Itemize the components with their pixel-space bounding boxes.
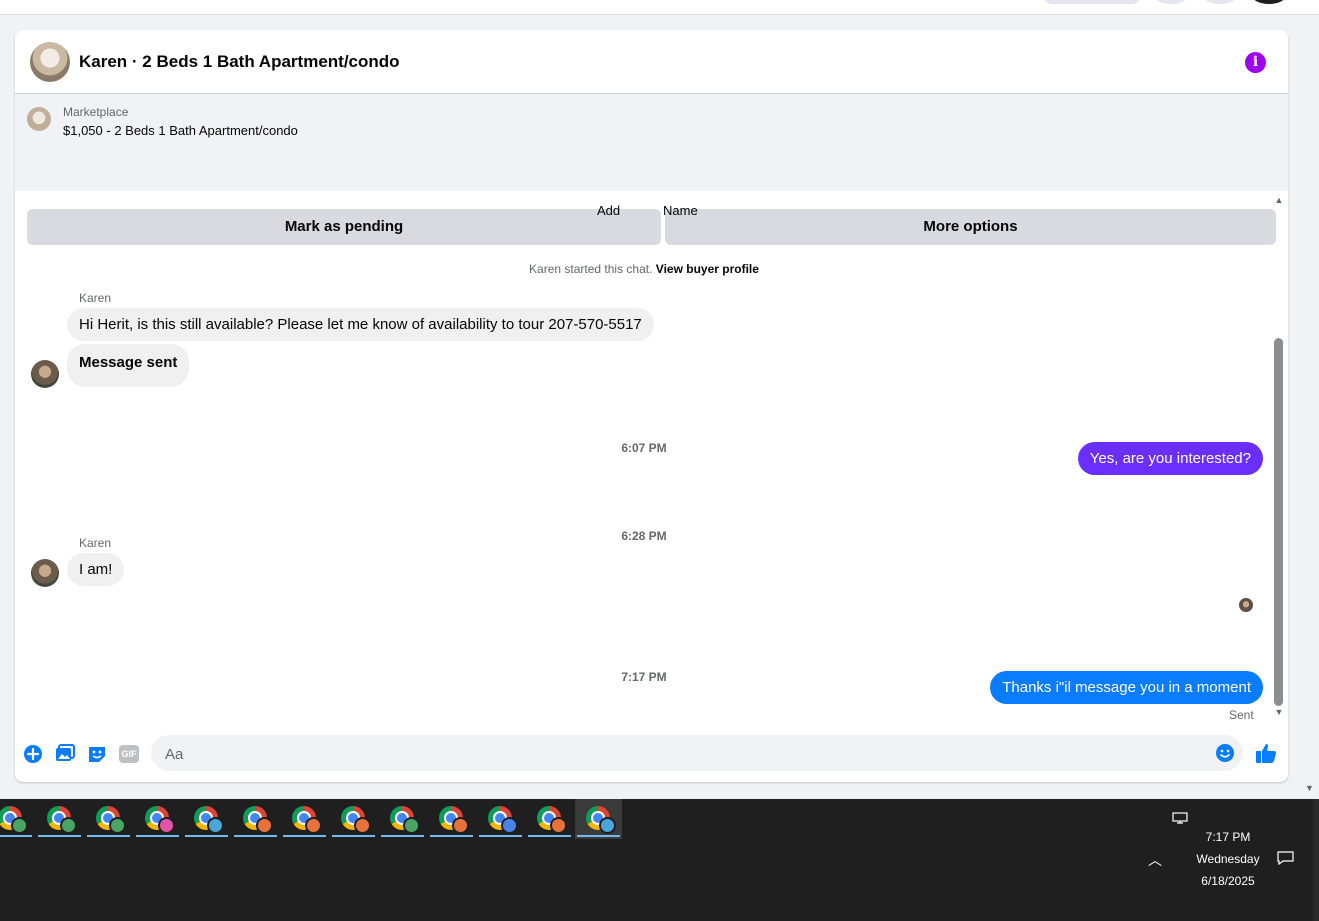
running-indicator	[577, 835, 620, 837]
running-indicator	[332, 835, 375, 837]
taskbar-chrome-window[interactable]	[134, 799, 181, 839]
running-indicator	[430, 835, 473, 837]
thumbs-up-icon[interactable]	[1255, 742, 1277, 764]
running-indicator	[234, 835, 277, 837]
show-hidden-icons-chevron[interactable]: ︿	[1148, 850, 1162, 870]
taskbar-time[interactable]: 7:17 PM	[1196, 830, 1260, 844]
listing-source: Marketplace	[63, 105, 129, 119]
network-icon[interactable]	[1172, 812, 1188, 824]
scrollbar-thumb[interactable]	[1274, 338, 1283, 706]
taskbar-chrome-window[interactable]	[379, 799, 426, 839]
profile-badge-icon	[109, 817, 126, 834]
incoming-message[interactable]: I am!	[67, 553, 125, 586]
add-label[interactable]: Add	[597, 203, 620, 218]
incoming-message[interactable]: Hi Herit, is this still available? Pleas…	[67, 308, 654, 341]
sender-avatar[interactable]	[31, 559, 59, 587]
taskbar-chrome-window[interactable]	[575, 799, 622, 839]
taskbar-chrome-window[interactable]	[477, 799, 524, 839]
top-account-avatar[interactable]	[1251, 0, 1287, 4]
name-label[interactable]: Name	[663, 203, 698, 218]
running-indicator	[87, 835, 130, 837]
listing-thumbnail[interactable]	[27, 107, 51, 131]
page-scroll-down-arrow[interactable]: ▼	[1305, 783, 1314, 793]
scroll-up-arrow[interactable]: ▲	[1273, 195, 1285, 205]
message-status: Sent	[1229, 708, 1254, 722]
running-indicator	[0, 835, 32, 837]
running-indicator	[528, 835, 571, 837]
view-buyer-profile-link[interactable]: View buyer profile	[656, 262, 759, 276]
top-messenger-button[interactable]	[1202, 0, 1238, 4]
outgoing-message[interactable]: Thanks i"il message you in a moment	[990, 671, 1263, 704]
scroll-down-arrow[interactable]: ▼	[1273, 707, 1285, 717]
profile-badge-icon	[403, 817, 420, 834]
windows-taskbar: ︿ 7:17 PM Wednesday 6/18/2025	[0, 799, 1319, 921]
notifications-icon[interactable]	[1277, 851, 1294, 865]
taskbar-date[interactable]: 6/18/2025	[1196, 874, 1260, 888]
sender-name: Karen	[79, 536, 112, 550]
profile-badge-icon	[11, 817, 28, 834]
info-icon[interactable]: i	[1245, 52, 1266, 73]
marketplace-listing-banner: Marketplace $1,050 - 2 Beds 1 Bath Apart…	[15, 94, 1288, 245]
taskbar-chrome-window[interactable]	[330, 799, 377, 839]
show-desktop-button[interactable]	[1313, 799, 1319, 921]
plus-icon[interactable]	[23, 744, 43, 764]
chat-header: Karen · 2 Beds 1 Bath Apartment/condo i	[15, 30, 1288, 94]
profile-badge-icon	[158, 817, 175, 834]
profile-badge-icon	[599, 817, 616, 834]
photo-icon[interactable]	[55, 744, 75, 764]
timestamp: 6:28 PM	[621, 529, 667, 543]
taskbar-day[interactable]: Wednesday	[1196, 852, 1260, 866]
running-indicator	[479, 835, 522, 837]
chat-started-notice: Karen started this chat. View buyer prof…	[15, 262, 1273, 276]
sender-name: Karen	[79, 291, 112, 305]
taskbar-chrome-window[interactable]	[232, 799, 279, 839]
taskbar-chrome-window[interactable]	[0, 799, 34, 839]
running-indicator	[136, 835, 179, 837]
running-indicator	[381, 835, 424, 837]
conversation-avatar[interactable]	[30, 42, 70, 82]
profile-badge-icon	[550, 817, 567, 834]
top-navigation-bar	[0, 0, 1319, 15]
taskbar-chrome-window[interactable]	[428, 799, 475, 839]
listing-title[interactable]: $1,050 - 2 Beds 1 Bath Apartment/condo	[63, 123, 298, 138]
taskbar-chrome-window[interactable]	[36, 799, 83, 839]
incoming-message[interactable]: Message sent	[67, 344, 190, 387]
top-menu-button[interactable]	[1153, 0, 1189, 4]
profile-badge-icon	[501, 817, 518, 834]
sender-avatar[interactable]	[31, 360, 59, 388]
read-receipt-avatar	[1239, 598, 1253, 612]
profile-badge-icon	[256, 817, 273, 834]
profile-badge-icon	[354, 817, 371, 834]
chat-title[interactable]: Karen · 2 Beds 1 Bath Apartment/condo	[79, 52, 400, 72]
sticker-icon[interactable]	[87, 744, 107, 764]
profile-badge-icon	[305, 817, 322, 834]
chat-window: Karen · 2 Beds 1 Bath Apartment/condo i …	[15, 30, 1288, 782]
running-indicator	[185, 835, 228, 837]
message-composer: GIF	[15, 734, 1288, 778]
chat-started-text: Karen started this chat.	[529, 262, 653, 276]
message-input-wrapper[interactable]	[151, 735, 1243, 773]
emoji-icon[interactable]	[1215, 743, 1235, 763]
taskbar-chrome-window[interactable]	[281, 799, 328, 839]
profile-badge-icon	[452, 817, 469, 834]
taskbar-chrome-window[interactable]	[526, 799, 573, 839]
taskbar-chrome-window[interactable]	[85, 799, 132, 839]
running-indicator	[283, 835, 326, 837]
profile-badge-icon	[60, 817, 77, 834]
taskbar-chrome-window[interactable]	[183, 799, 230, 839]
message-thread: Add Name Karen started this chat. View b…	[15, 192, 1288, 727]
gif-icon[interactable]: GIF	[119, 745, 139, 763]
top-search-pill[interactable]	[1043, 0, 1141, 4]
message-input[interactable]	[163, 735, 1207, 773]
outgoing-message[interactable]: Yes, are you interested?	[1077, 442, 1263, 475]
running-indicator	[38, 835, 81, 837]
profile-badge-icon	[207, 817, 224, 834]
